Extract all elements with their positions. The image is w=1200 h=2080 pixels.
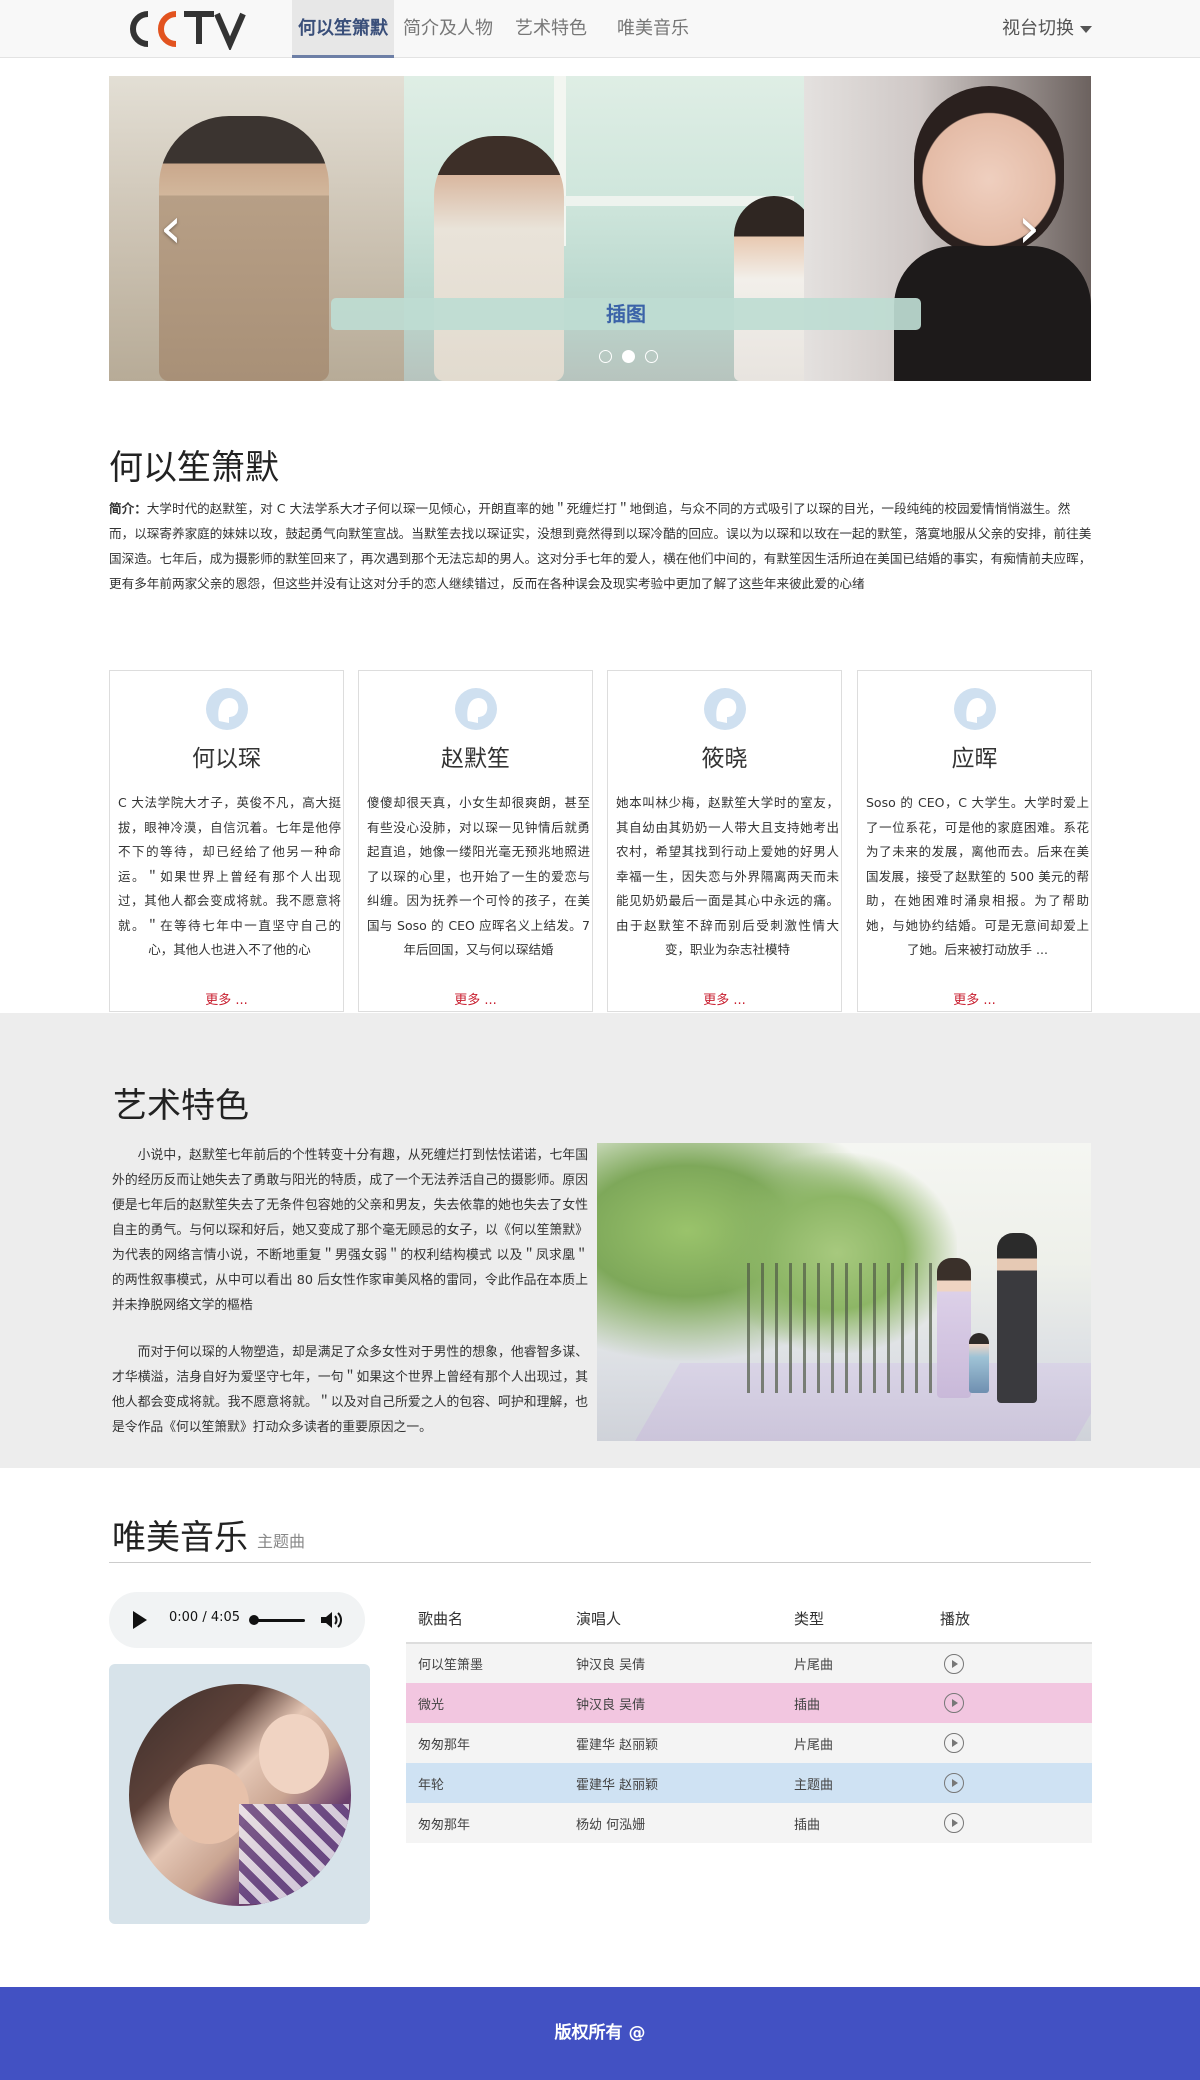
- song-singer: 钟汉良 吴倩: [576, 1658, 646, 1673]
- person-icon: [703, 688, 746, 730]
- character-cards: 何以琛 C 大法学院大才子，英俊不凡，高大挺拔，眼神冷漠，自信沉着。七年是他停不…: [109, 670, 1093, 1012]
- song-name: 年轮: [418, 1777, 445, 1793]
- player-time: 0:00 / 4:05: [169, 1610, 241, 1625]
- nav-item-intro[interactable]: 简介及人物: [397, 0, 499, 58]
- channel-switch-dropdown[interactable]: 视台切换: [1002, 0, 1092, 58]
- nav-item-home[interactable]: 何以笙箫默: [292, 0, 394, 58]
- table-row[interactable]: 匆匆那年 杨幼 何泓姗 插曲: [406, 1803, 1092, 1843]
- song-name: 匆匆那年: [418, 1817, 471, 1833]
- play-icon[interactable]: [133, 1611, 147, 1629]
- character-name: 筱晓: [701, 746, 748, 772]
- play-circle-icon[interactable]: [944, 1773, 964, 1793]
- chevron-left-icon[interactable]: ‹: [151, 201, 191, 257]
- cctv-logo[interactable]: [126, 8, 256, 50]
- character-card: 何以琛 C 大法学院大才子，英俊不凡，高大挺拔，眼神冷漠，自信沉着。七年是他停不…: [109, 670, 344, 1012]
- intro-text: 大学时代的赵默笙，对 C 大法学系大才子何以琛一见倾心，开朗直率的她＂死缠烂打＂…: [109, 501, 1092, 591]
- person-icon: [205, 688, 248, 730]
- character-card: 筱晓 她本叫林少梅，赵默笙大学时的室友，其自幼由其奶奶一人带大且支持她考出农村，…: [607, 670, 842, 1012]
- song-type: 片尾曲: [794, 1658, 834, 1673]
- copyright-text: 版权所有 @: [554, 2023, 646, 2043]
- song-type: 插曲: [794, 1817, 821, 1833]
- nav-item-art[interactable]: 艺术特色: [509, 0, 593, 58]
- carousel-photo-couple: [404, 76, 814, 381]
- character-card: 应晖 Soso 的 CEO，C 大学生。大学时爱上了一位系花，可是他的家庭困难。…: [857, 670, 1092, 1012]
- column-header: 演唱人: [576, 1595, 794, 1644]
- song-table: 歌曲名 演唱人 类型 播放 何以笙箫墨 钟汉良 吴倩 片尾曲 微光 钟汉良 吴倩…: [406, 1595, 1092, 1843]
- person-icon: [454, 688, 497, 730]
- carousel-indicators: [599, 348, 668, 363]
- music-subtitle: 主题曲: [257, 1532, 306, 1551]
- art-title: 艺术特色: [113, 1086, 249, 1126]
- play-circle-icon[interactable]: [944, 1653, 964, 1674]
- table-header: 歌曲名 演唱人 类型 播放: [406, 1595, 1092, 1644]
- character-desc: 她本叫林少梅，赵默笙大学时的室友，其自幼由其奶奶一人带大且支持她考出农村，希望其…: [616, 795, 839, 957]
- character-name: 应晖: [951, 746, 998, 772]
- column-header: 播放: [940, 1595, 1092, 1644]
- column-header: 类型: [794, 1595, 940, 1644]
- progress-slider[interactable]: [253, 1619, 305, 1622]
- music-title: 唯美音乐: [112, 1518, 248, 1558]
- album-cover: [129, 1684, 351, 1906]
- art-paragraph: 小说中，赵默笙七年前后的个性转变十分有趣，从死缠烂打到怯怯诺诺，七年国外的经历反…: [112, 1148, 588, 1313]
- song-name: 微光: [418, 1697, 445, 1713]
- person-icon: [953, 688, 996, 730]
- carousel-dot[interactable]: [622, 350, 635, 363]
- page-title: 何以笙箫默: [109, 448, 279, 488]
- table-row[interactable]: 年轮 霍建华 赵丽颖 主题曲: [406, 1763, 1092, 1803]
- table-row[interactable]: 微光 钟汉良 吴倩 插曲: [406, 1683, 1092, 1723]
- footer: 版权所有 @: [0, 1987, 1200, 2080]
- carousel-caption: 插图: [331, 298, 921, 330]
- album-cover-frame: [109, 1664, 370, 1924]
- carousel-dot[interactable]: [599, 350, 612, 363]
- table-row[interactable]: 匆匆那年 霍建华 赵丽颖 片尾曲: [406, 1723, 1092, 1763]
- column-header: 歌曲名: [406, 1595, 576, 1644]
- character-name: 何以琛: [192, 746, 261, 772]
- volume-icon[interactable]: [319, 1610, 343, 1630]
- image-carousel: ‹ › 插图: [109, 76, 1091, 381]
- channel-switch-label: 视台切换: [1002, 18, 1074, 39]
- song-singer: 霍建华 赵丽颖: [576, 1737, 659, 1753]
- song-singer: 钟汉良 吴倩: [576, 1697, 646, 1713]
- top-navbar: 何以笙箫默 简介及人物 艺术特色 唯美音乐 视台切换: [0, 0, 1200, 58]
- song-name: 匆匆那年: [418, 1737, 471, 1753]
- table-row[interactable]: 何以笙箫墨 钟汉良 吴倩 片尾曲: [406, 1643, 1092, 1683]
- audio-player: 0:00 / 4:05: [109, 1592, 365, 1648]
- play-circle-icon[interactable]: [944, 1813, 964, 1833]
- song-type: 片尾曲: [794, 1737, 834, 1753]
- art-paragraph: 而对于何以琛的人物塑造，却是满足了众多女性对于男性的想象，他睿智多谋、才华横溢，…: [112, 1345, 588, 1435]
- play-circle-icon[interactable]: [944, 1733, 964, 1753]
- divider: [109, 1562, 1091, 1563]
- character-desc: C 大法学院大才子，英俊不凡，高大挺拔，眼神冷漠，自信沉着。七年是他停不下的等待…: [118, 795, 341, 957]
- progress-handle[interactable]: [249, 1615, 259, 1625]
- more-link[interactable]: 更多 ...: [359, 989, 592, 1008]
- character-desc: Soso 的 CEO，C 大学生。大学时爱上了一位系花，可是他的家庭困难。系花为…: [866, 795, 1089, 957]
- carousel-dot[interactable]: [645, 350, 658, 363]
- song-singer: 杨幼 何泓姗: [576, 1817, 646, 1833]
- nav-item-music[interactable]: 唯美音乐: [611, 0, 695, 58]
- more-link[interactable]: 更多 ...: [608, 989, 841, 1008]
- cctv-logo-icon: [130, 11, 246, 50]
- character-card: 赵默笙 傻傻却很天真，小女生却很爽朗，甚至有些没心没肺，对以琛一见钟情后就勇起直…: [358, 670, 593, 1012]
- play-circle-icon[interactable]: [944, 1693, 964, 1713]
- character-desc: 傻傻却很天真，小女生却很爽朗，甚至有些没心没肺，对以琛一见钟情后就勇起直追，她像…: [367, 795, 590, 957]
- intro-label: 简介：: [109, 501, 147, 516]
- chevron-right-icon[interactable]: ›: [1009, 201, 1049, 257]
- more-link[interactable]: 更多 ...: [858, 989, 1091, 1008]
- caret-down-icon: [1080, 25, 1092, 33]
- art-illustration: [597, 1143, 1091, 1441]
- character-name: 赵默笙: [441, 746, 510, 772]
- more-link[interactable]: 更多 ...: [110, 989, 343, 1008]
- song-type: 插曲: [794, 1697, 821, 1713]
- song-type: 主题曲: [794, 1777, 834, 1793]
- intro-paragraph: 简介：大学时代的赵默笙，对 C 大法学系大才子何以琛一见倾心，开朗直率的她＂死缠…: [109, 496, 1093, 596]
- song-name: 何以笙箫墨: [418, 1658, 484, 1673]
- song-singer: 霍建华 赵丽颖: [576, 1777, 659, 1793]
- art-section: 艺术特色 小说中，赵默笙七年前后的个性转变十分有趣，从死缠烂打到怯怯诺诺，七年国…: [0, 1013, 1200, 1468]
- art-text: 小说中，赵默笙七年前后的个性转变十分有趣，从死缠烂打到怯怯诺诺，七年国外的经历反…: [112, 1143, 588, 1462]
